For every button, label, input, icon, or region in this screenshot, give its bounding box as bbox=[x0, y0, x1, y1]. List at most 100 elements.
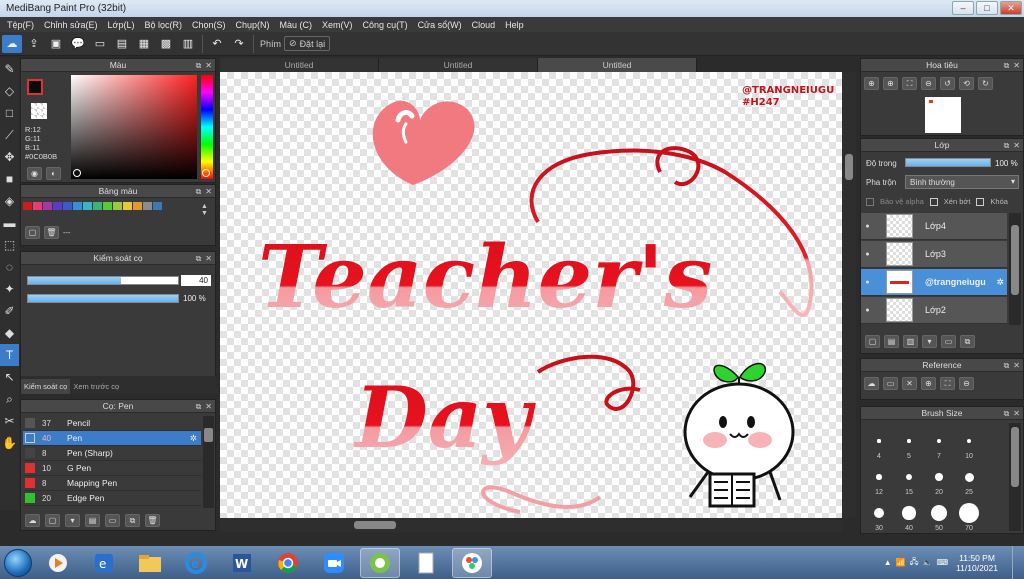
palette-swatch[interactable] bbox=[123, 202, 132, 210]
chrome-icon[interactable] bbox=[268, 548, 308, 578]
brush-item[interactable]: 8 Mapping Pen bbox=[23, 476, 201, 491]
layer-list-scrollbar[interactable] bbox=[1009, 213, 1021, 325]
palette-swatch[interactable] bbox=[113, 202, 122, 210]
zoom-out-icon[interactable]: ⊖ bbox=[921, 77, 936, 90]
clipping-checkbox[interactable] bbox=[929, 197, 938, 206]
blank-document-icon[interactable] bbox=[406, 548, 446, 578]
bucket-tool-icon[interactable]: ◈ bbox=[0, 190, 19, 212]
menu-edit[interactable]: Chỉnh sửa(E) bbox=[39, 20, 103, 30]
menu-layer[interactable]: Lớp(L) bbox=[103, 20, 140, 30]
fill-rect-tool-icon[interactable]: ■ bbox=[0, 168, 19, 190]
brush-item[interactable]: 37 Pencil bbox=[23, 416, 201, 431]
add-brush-menu-icon[interactable]: ▾ bbox=[65, 514, 80, 527]
select-pen-icon[interactable]: ✐ bbox=[0, 300, 19, 322]
brush-size-preset[interactable]: 50 bbox=[925, 501, 953, 535]
menu-cloud[interactable]: Cloud bbox=[467, 20, 501, 30]
undock-icon[interactable]: ⧉ bbox=[196, 187, 202, 197]
color-swap-icon[interactable]: ◐ bbox=[46, 167, 61, 180]
add-palette-icon[interactable]: ▢ bbox=[25, 226, 40, 239]
duplicate-icon[interactable]: ⧉ bbox=[125, 514, 140, 527]
color-wheel-icon[interactable]: ◉ bbox=[27, 167, 42, 180]
visibility-icon[interactable]: ● bbox=[861, 279, 874, 286]
ref-zoom-out-icon[interactable]: ⊖ bbox=[959, 377, 974, 390]
palette-swatch[interactable] bbox=[53, 202, 62, 210]
page-icon[interactable]: ▤ bbox=[112, 35, 132, 53]
brush-size-preset[interactable]: 30 bbox=[865, 501, 893, 535]
hue-slider[interactable] bbox=[201, 75, 213, 179]
layer-row[interactable]: ● Lớp3 bbox=[861, 241, 1007, 268]
duplicate-layer-icon[interactable]: ⧉ bbox=[960, 335, 975, 348]
cloud-brush-icon[interactable]: ☁ bbox=[25, 514, 40, 527]
new-halftone-layer-icon[interactable]: ▤ bbox=[884, 335, 899, 348]
visibility-icon[interactable]: ● bbox=[861, 307, 874, 314]
panel-close-icon[interactable]: ✕ bbox=[205, 187, 212, 196]
layer-row[interactable]: ● Lớp4 bbox=[861, 213, 1007, 240]
brush-opacity-slider[interactable] bbox=[27, 294, 179, 303]
language-icon[interactable]: ⌨ bbox=[937, 558, 949, 567]
canvas-vertical-scrollbar[interactable] bbox=[842, 72, 856, 518]
lasso-tool-icon[interactable]: ◌ bbox=[0, 256, 19, 278]
canvas-horizontal-scrollbar[interactable] bbox=[220, 518, 842, 532]
delete-palette-icon[interactable]: 🗑 bbox=[44, 226, 59, 239]
cloud-reference-icon[interactable]: ☁ bbox=[864, 377, 879, 390]
saturation-value-picker[interactable] bbox=[71, 75, 197, 179]
menu-view[interactable]: Xem(V) bbox=[317, 20, 358, 30]
brush-size-preset[interactable]: 70 bbox=[955, 501, 983, 535]
palette-swatch[interactable] bbox=[83, 202, 92, 210]
volume-icon[interactable]: 🔈 bbox=[923, 558, 933, 567]
folder-icon[interactable]: ▭ bbox=[105, 514, 120, 527]
brush-size-value[interactable]: 40 bbox=[181, 275, 211, 286]
comment-icon[interactable]: ▭ bbox=[90, 35, 110, 53]
brush-size-scrollbar[interactable] bbox=[1009, 423, 1021, 531]
undock-icon[interactable]: ⧉ bbox=[196, 402, 202, 412]
medibang-taskbar-icon[interactable] bbox=[360, 547, 400, 578]
brush-item[interactable]: 10 G Pen bbox=[23, 461, 201, 476]
ref-fit-icon[interactable]: ⛶ bbox=[940, 377, 955, 390]
tray-arrow-icon[interactable]: ▲ bbox=[884, 558, 892, 567]
horizontal-scroll-thumb[interactable] bbox=[354, 521, 396, 529]
rotate-right-icon[interactable]: ↻ bbox=[978, 77, 993, 90]
redo-icon[interactable]: ↷ bbox=[229, 35, 249, 53]
brush-settings-gear-icon[interactable]: ✲ bbox=[190, 433, 197, 444]
panel-close-icon[interactable]: ✕ bbox=[205, 61, 212, 70]
brush-item[interactable]: 8 Pen (Sharp) bbox=[23, 446, 201, 461]
edge-sync-icon[interactable]: e bbox=[84, 548, 124, 578]
layer-row[interactable]: ● @trangneiugu ✲ bbox=[861, 269, 1007, 296]
palette-swatch[interactable] bbox=[43, 202, 52, 210]
grid-icon[interactable]: ▦ bbox=[134, 35, 154, 53]
undock-icon[interactable]: ⧉ bbox=[1004, 141, 1010, 151]
palette-swatch[interactable] bbox=[33, 202, 42, 210]
undock-icon[interactable]: ⧉ bbox=[1004, 361, 1010, 371]
media-player-icon[interactable] bbox=[38, 548, 78, 578]
panel-close-icon[interactable]: ✕ bbox=[1013, 361, 1020, 370]
new-layer-icon[interactable]: ▢ bbox=[865, 335, 880, 348]
palette-swatch[interactable] bbox=[103, 202, 112, 210]
zoom-icon[interactable] bbox=[314, 548, 354, 578]
primary-color-swatch[interactable] bbox=[27, 79, 43, 95]
brush-size-preset[interactable]: 5 bbox=[895, 429, 923, 463]
hand-tool-icon[interactable]: ✋ bbox=[0, 432, 19, 454]
rotate-left-icon[interactable]: ↺ bbox=[940, 77, 955, 90]
brush-size-preset[interactable]: 7 bbox=[925, 429, 953, 463]
menu-help[interactable]: Help bbox=[500, 20, 529, 30]
brush-size-preset[interactable]: 40 bbox=[895, 501, 923, 535]
undock-icon[interactable]: ⧉ bbox=[1004, 409, 1010, 419]
brush-size-preset[interactable]: 15 bbox=[895, 465, 923, 499]
maximize-button[interactable]: □ bbox=[976, 1, 998, 15]
zoom-in-alt-icon[interactable]: ⊕ bbox=[883, 77, 898, 90]
undock-icon[interactable]: ⧉ bbox=[196, 61, 202, 71]
panel-close-icon[interactable]: ✕ bbox=[1013, 61, 1020, 70]
clock[interactable]: 11:50 PM 11/10/2021 bbox=[956, 553, 998, 573]
tab-brush-control[interactable]: Kiểm soát cọ bbox=[21, 379, 71, 394]
brush-size-slider[interactable] bbox=[27, 276, 179, 285]
gradient-tool-icon[interactable]: ▬ bbox=[0, 212, 19, 234]
tab-untitled-1[interactable]: Untitled bbox=[220, 58, 379, 72]
tab-brush-preview[interactable]: Xem trước cọ bbox=[70, 379, 122, 394]
close-reference-icon[interactable]: ✕ bbox=[902, 377, 917, 390]
menu-file[interactable]: Tệp(F) bbox=[2, 20, 39, 30]
fit-icon[interactable]: ⛶ bbox=[902, 77, 917, 90]
palette-swatch[interactable] bbox=[143, 202, 152, 210]
layer-settings-gear-icon[interactable]: ✲ bbox=[996, 277, 1004, 288]
cloud-save-icon[interactable]: ☁ bbox=[2, 34, 22, 53]
signal-icon[interactable]: 📶 bbox=[896, 558, 906, 567]
